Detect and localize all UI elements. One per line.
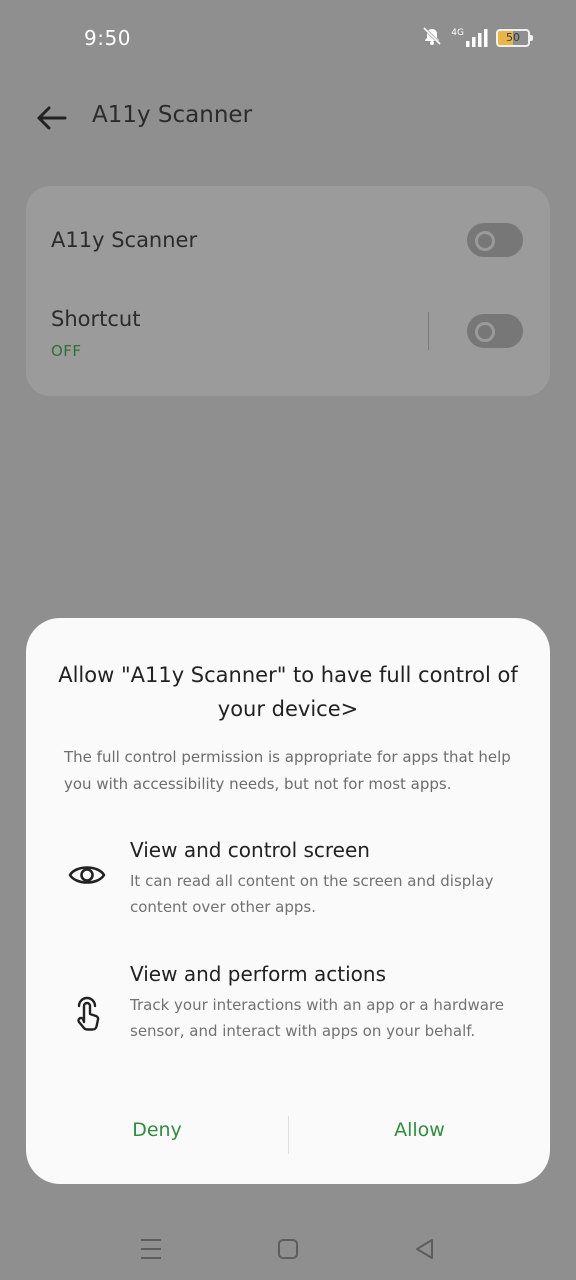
service-toggle[interactable] <box>467 223 523 257</box>
page-title: A11y Scanner <box>92 102 253 128</box>
setting-row-shortcut[interactable]: Shortcut OFF <box>26 294 550 374</box>
toggle-knob <box>475 231 495 251</box>
permission-dialog: Allow "A11y Scanner" to have full contro… <box>26 618 550 1184</box>
permission-item-actions: View and perform actions Track your inte… <box>26 962 550 1092</box>
home-button[interactable] <box>273 1234 303 1264</box>
battery-icon: 50 <box>496 29 533 47</box>
arrow-left-icon <box>37 106 67 130</box>
signal-icon: 4G <box>451 29 488 47</box>
divider <box>428 312 429 350</box>
square-icon <box>278 1239 298 1259</box>
status-time: 9:50 <box>84 26 131 50</box>
navigation-bar <box>0 1210 576 1280</box>
dialog-description: The full control permission is appropria… <box>64 748 511 793</box>
mute-notification-icon <box>421 26 443 50</box>
triangle-back-icon <box>416 1239 433 1259</box>
back-nav-button[interactable] <box>410 1234 440 1264</box>
eye-icon <box>66 854 108 896</box>
touch-hand-icon <box>66 992 108 1034</box>
allow-button[interactable]: Allow <box>289 1108 550 1152</box>
permission-title: View and control screen <box>130 838 370 862</box>
settings-card: A11y Scanner Shortcut OFF <box>26 186 550 396</box>
setting-row-service[interactable]: A11y Scanner <box>26 208 550 274</box>
permission-item-screen: View and control screen It can read all … <box>26 838 550 948</box>
toggle-knob <box>475 322 495 342</box>
shortcut-toggle[interactable] <box>467 314 523 348</box>
app-bar: A11y Scanner <box>0 88 576 148</box>
status-icons: 4G 50 <box>421 26 533 50</box>
permission-description: It can read all content on the screen an… <box>130 872 494 916</box>
back-button[interactable] <box>32 98 72 138</box>
network-type: 4G <box>451 28 464 38</box>
shortcut-status: OFF <box>51 342 82 360</box>
permission-description: Track your interactions with an app or a… <box>130 996 505 1040</box>
status-bar: 9:50 4G 50 <box>0 0 576 80</box>
dialog-title: Allow "A11y Scanner" to have full contro… <box>58 663 518 721</box>
setting-label-shortcut: Shortcut <box>51 307 141 331</box>
deny-button[interactable]: Deny <box>26 1108 288 1152</box>
recents-button[interactable] <box>136 1234 166 1264</box>
setting-label-service: A11y Scanner <box>51 228 198 252</box>
permission-title: View and perform actions <box>130 962 386 986</box>
menu-icon <box>141 1239 161 1259</box>
